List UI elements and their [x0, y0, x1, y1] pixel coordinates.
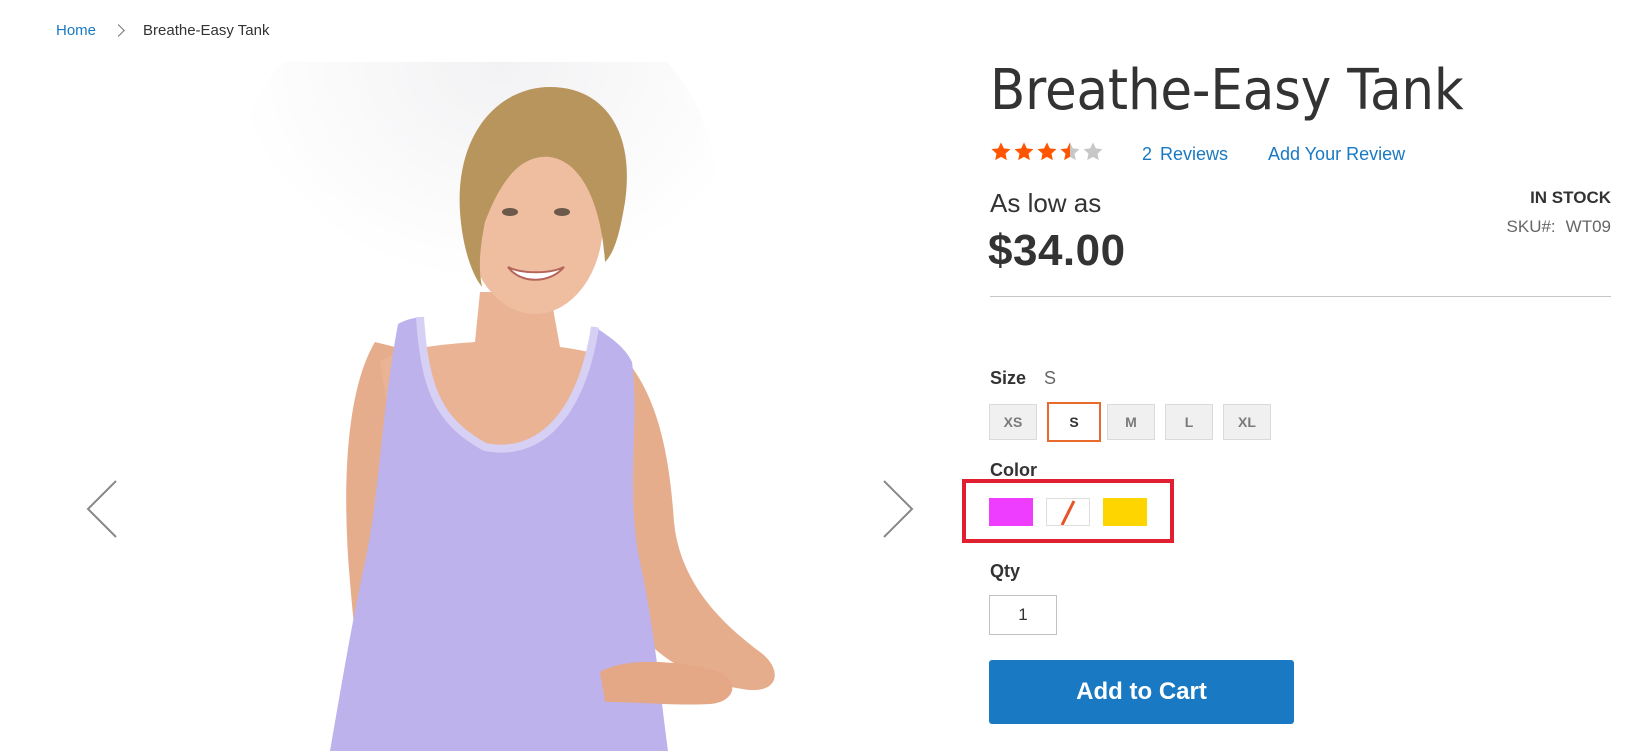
- disabled-slash-icon: [1060, 500, 1076, 525]
- product-title: Breathe-Easy Tank: [990, 58, 1464, 123]
- color-label: Color: [990, 460, 1037, 480]
- sku-value: WT09: [1565, 217, 1611, 236]
- rating-summary: [990, 141, 1105, 163]
- price-prefix: As low as: [990, 188, 1102, 218]
- product-price: $34.00: [988, 226, 1126, 275]
- star-icon: [1037, 142, 1057, 161]
- star-icon: [991, 142, 1011, 161]
- size-label: Size: [990, 368, 1027, 388]
- add-review-link[interactable]: Add Your Review: [1268, 144, 1405, 165]
- qty-label: Qty: [990, 561, 1021, 581]
- size-option-l[interactable]: L: [1165, 404, 1213, 440]
- gallery-next-arrow[interactable]: [870, 477, 918, 541]
- size-option-m[interactable]: M: [1107, 404, 1155, 440]
- chevron-right-icon: [883, 480, 914, 538]
- star-icon: [1060, 142, 1080, 161]
- reviews-count: 2: [1142, 144, 1153, 164]
- sku-label: SKU#:: [1506, 217, 1556, 236]
- reviews-link[interactable]: 2 Reviews: [1142, 144, 1228, 165]
- chevron-right-icon: [112, 24, 125, 37]
- breadcrumb: Home Breathe-Easy Tank: [56, 22, 269, 39]
- size-options: XS S M L XL: [989, 402, 1281, 442]
- divider: [990, 296, 1611, 297]
- size-option-s[interactable]: S: [1047, 402, 1101, 442]
- stock-status: IN STOCK: [1530, 188, 1611, 207]
- star-icon: [1083, 142, 1103, 161]
- color-options: [989, 498, 1160, 526]
- product-sku: SKU#: WT09: [1507, 217, 1611, 237]
- color-swatch[interactable]: [1103, 498, 1147, 526]
- star-icon: [1014, 142, 1034, 161]
- color-swatch-unavailable[interactable]: [1046, 498, 1090, 526]
- breadcrumb-home-link[interactable]: Home: [56, 22, 96, 39]
- size-option-xs[interactable]: XS: [989, 404, 1037, 440]
- gallery-prev-arrow[interactable]: [82, 477, 130, 541]
- size-selected-value: S: [1044, 368, 1057, 388]
- chevron-left-icon: [86, 480, 117, 538]
- color-swatch[interactable]: [989, 498, 1033, 526]
- reviews-label: Reviews: [1160, 144, 1229, 164]
- qty-input[interactable]: [989, 595, 1057, 635]
- breadcrumb-current: Breathe-Easy Tank: [143, 22, 270, 39]
- size-option-xl[interactable]: XL: [1223, 404, 1271, 440]
- product-image: [80, 62, 920, 751]
- add-to-cart-button[interactable]: Add to Cart: [989, 660, 1294, 724]
- rating-stars: [990, 141, 1105, 163]
